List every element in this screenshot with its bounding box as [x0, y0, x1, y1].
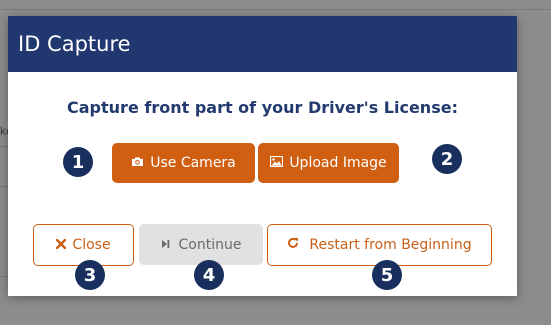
use-camera-label: Use Camera — [150, 155, 236, 171]
step-badge-2: 2 — [432, 144, 462, 174]
step-badge-3: 3 — [75, 260, 105, 290]
redo-icon — [287, 237, 299, 253]
id-capture-modal: ID Capture Capture front part of your Dr… — [8, 16, 517, 296]
image-icon — [270, 155, 284, 171]
use-camera-button[interactable]: Use Camera — [112, 143, 255, 183]
upload-image-button[interactable]: Upload Image — [258, 143, 399, 183]
modal-header: ID Capture — [8, 16, 517, 72]
upload-image-label: Upload Image — [289, 155, 387, 171]
times-icon — [56, 237, 67, 253]
step-badge-4: 4 — [194, 260, 224, 290]
continue-label: Continue — [178, 236, 242, 253]
close-label: Close — [72, 237, 111, 253]
background-divider — [0, 9, 551, 10]
background-divider — [0, 146, 8, 147]
continue-button[interactable]: Continue — [139, 224, 263, 265]
background-divider — [0, 276, 8, 277]
capture-prompt: Capture front part of your Driver's Lice… — [67, 98, 458, 117]
camera-icon — [131, 155, 144, 171]
restart-label: Restart from Beginning — [309, 237, 472, 253]
step-badge-1: 1 — [63, 147, 93, 177]
modal-title: ID Capture — [18, 32, 131, 56]
background-divider — [0, 186, 8, 187]
close-button[interactable]: Close — [33, 224, 134, 266]
restart-button[interactable]: Restart from Beginning — [267, 224, 492, 266]
step-forward-icon — [161, 237, 170, 253]
step-badge-5: 5 — [372, 260, 402, 290]
